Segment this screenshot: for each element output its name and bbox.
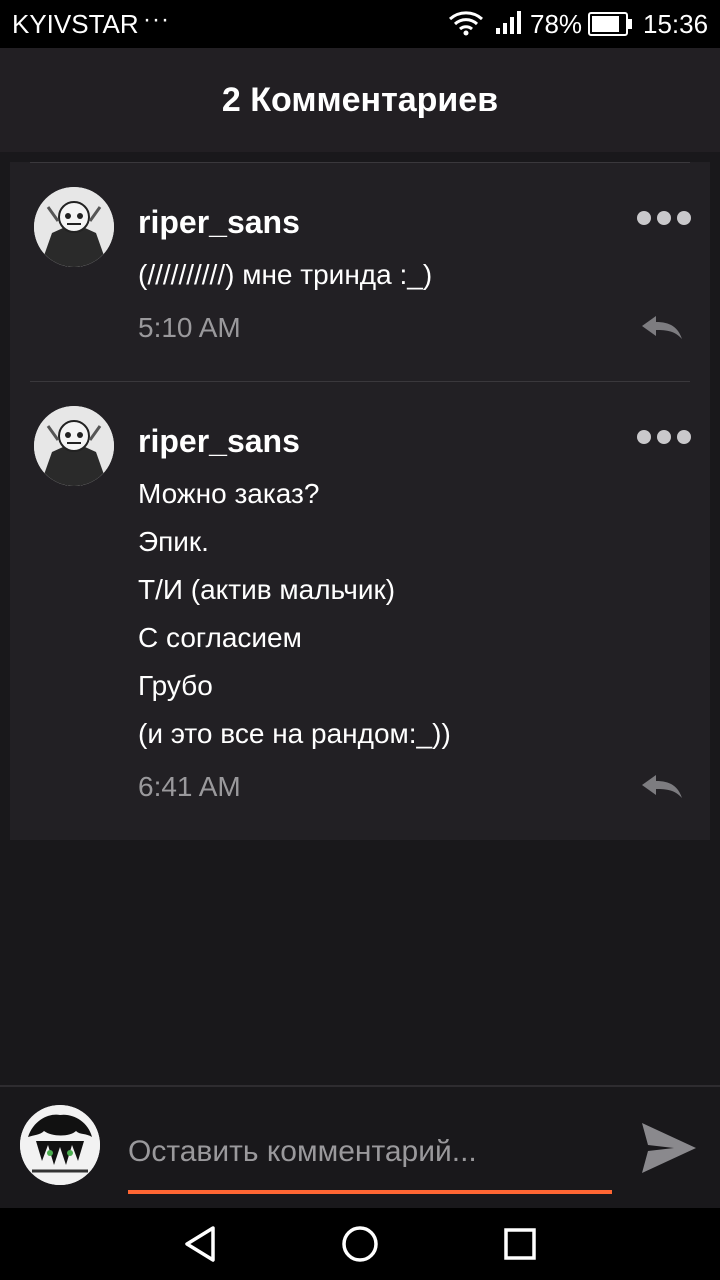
comment-item: riper_sans Можно заказ? Эпик. Т/И (актив… <box>10 381 710 840</box>
comment-text-line: Эпик. <box>138 526 209 557</box>
recents-icon[interactable] <box>500 1224 540 1264</box>
send-icon[interactable] <box>640 1121 698 1175</box>
more-icon[interactable] <box>636 429 692 445</box>
comment-text-line: Т/И (актив мальчик) <box>138 574 396 605</box>
comment-time: 5:10 AM <box>138 312 241 343</box>
comments-header: 2 Комментариев <box>0 48 720 152</box>
page-title: 2 Комментариев <box>221 81 499 119</box>
comment-text-line: С согласием <box>138 622 302 653</box>
home-icon[interactable] <box>340 1224 380 1264</box>
comment-text: (//////////) мне тринда :_) <box>138 258 432 306</box>
comment-text: Можно заказ? Эпик. Т/И (актив мальчик) С… <box>138 477 451 765</box>
navigation-bar <box>0 1208 720 1280</box>
comment-username[interactable]: riper_sans <box>138 204 300 241</box>
signal-icon <box>496 11 521 34</box>
comment-text-line: Можно заказ? <box>138 478 320 509</box>
divider <box>30 162 690 163</box>
input-underline <box>128 1190 612 1194</box>
wifi-icon <box>449 11 483 36</box>
comments-list: riper_sans (//////////) мне тринда :_) 5… <box>10 162 710 840</box>
avatar[interactable] <box>34 406 114 486</box>
notification-dots: ··· <box>143 6 170 33</box>
comment-text-line: (//////////) мне тринда :_) <box>138 259 433 290</box>
carrier-name: KYIVSTAR <box>12 9 139 39</box>
reply-icon[interactable] <box>640 313 684 343</box>
clock: 15:36 <box>643 9 709 39</box>
comment-text-line: Грубо <box>138 670 213 701</box>
avatar[interactable] <box>34 187 114 267</box>
comment-item: riper_sans (//////////) мне тринда :_) 5… <box>10 162 710 381</box>
battery-icon <box>588 12 632 36</box>
comment-text-line: (и это все на рандом:_)) <box>138 718 451 749</box>
comment-username[interactable]: riper_sans <box>138 423 300 460</box>
status-bar: KYIVSTAR ··· 78% 15:36 <box>0 0 720 48</box>
back-icon[interactable] <box>180 1224 220 1264</box>
battery-percent: 78% <box>530 9 583 39</box>
comment-time: 6:41 AM <box>138 771 241 802</box>
reply-icon[interactable] <box>640 772 684 802</box>
divider <box>30 381 690 382</box>
comment-composer <box>0 1085 720 1210</box>
user-avatar[interactable] <box>20 1105 100 1185</box>
comment-input[interactable] <box>128 1127 612 1177</box>
more-icon[interactable] <box>636 210 692 226</box>
